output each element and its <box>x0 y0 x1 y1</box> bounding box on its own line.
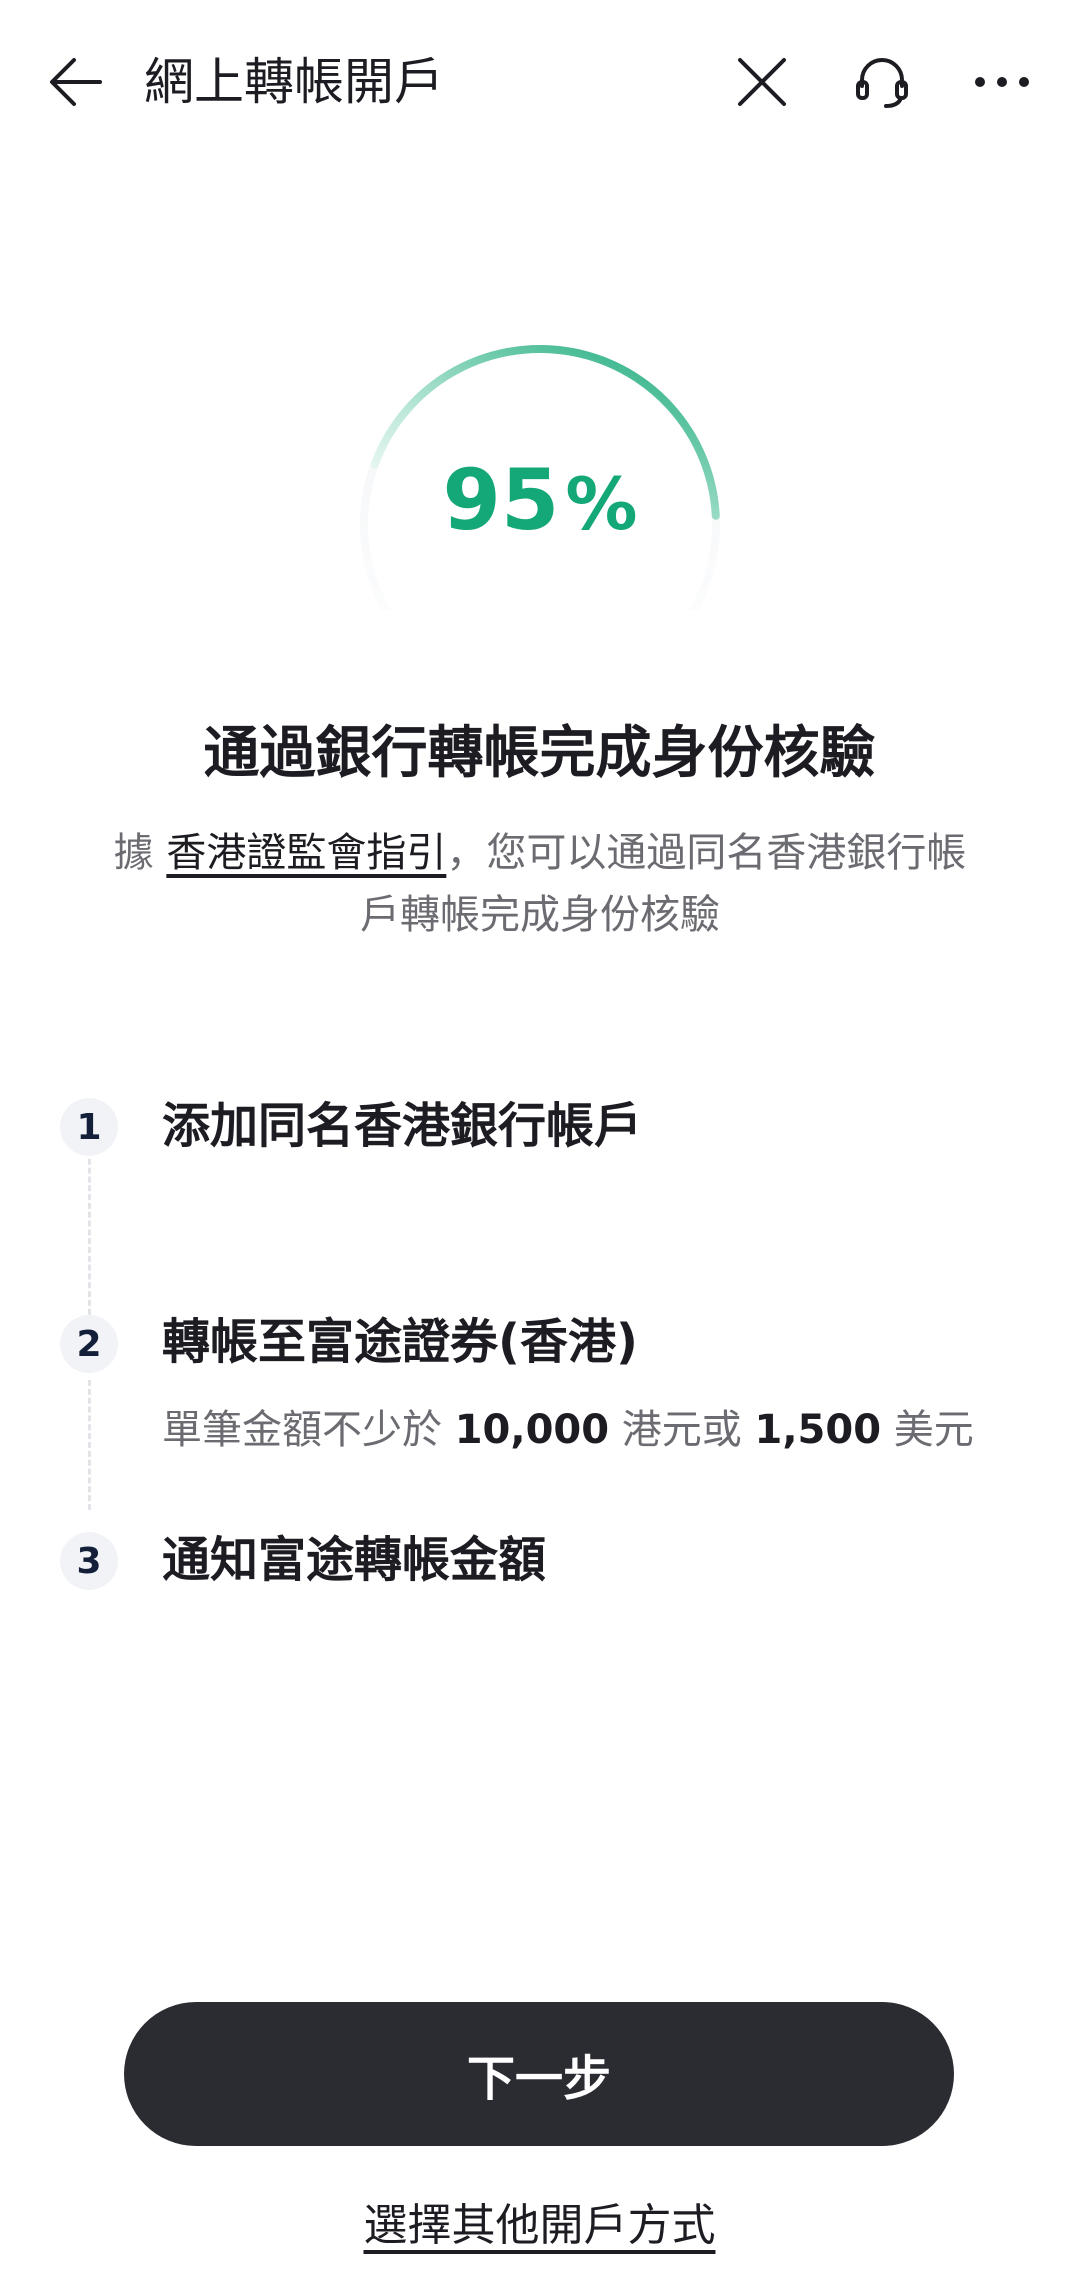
page: 網上轉帳開戶 95% 通過銀行轉帳完成身份核驗 據 香港證監會指引，您可以通過同… <box>0 0 1079 2289</box>
close-icon <box>738 58 786 106</box>
main-heading: 通過銀行轉帳完成身份核驗 <box>203 721 876 786</box>
close-button[interactable] <box>722 42 802 122</box>
more-horizontal-icon <box>975 77 1029 87</box>
sfc-guideline-link[interactable]: 香港證監會指引 <box>166 830 446 876</box>
more-button[interactable] <box>962 42 1042 122</box>
step-number-3: 3 <box>60 1532 118 1590</box>
step-title-2: 轉帳至富途證券(香港) <box>162 1314 638 1370</box>
step-connector-line <box>88 1380 91 1510</box>
step-description-2: 單筆金額不少於 10,000 港元或 1,500 美元 <box>162 1407 974 1453</box>
back-button[interactable] <box>40 42 112 122</box>
progress-ring: 95% <box>355 340 725 610</box>
step-number-2: 2 <box>60 1315 118 1373</box>
step-title-3: 通知富途轉帳金額 <box>162 1532 547 1588</box>
arrow-left-icon <box>50 58 102 106</box>
step-title-1: 添加同名香港銀行帳戶 <box>162 1098 643 1154</box>
headset-icon <box>856 58 908 108</box>
step-number-1: 1 <box>60 1098 118 1156</box>
other-account-opening-link[interactable]: 選擇其他開戶方式 <box>0 2196 1079 2256</box>
customer-support-button[interactable] <box>842 42 922 122</box>
next-step-button[interactable]: 下一步 <box>124 2002 954 2146</box>
page-title: 網上轉帳開戶 <box>144 53 444 111</box>
guideline-description: 據 香港證監會指引，您可以通過同名香港銀行帳戶轉帳完成身份核驗 <box>113 830 967 938</box>
steps-list: 1 添加同名香港銀行帳戶 2 轉帳至富途證券(香港) 單筆金額不少於 10,00… <box>0 1070 1079 1610</box>
progress-percentage: 95% <box>442 451 638 549</box>
header-bar: 網上轉帳開戶 <box>0 0 1079 164</box>
